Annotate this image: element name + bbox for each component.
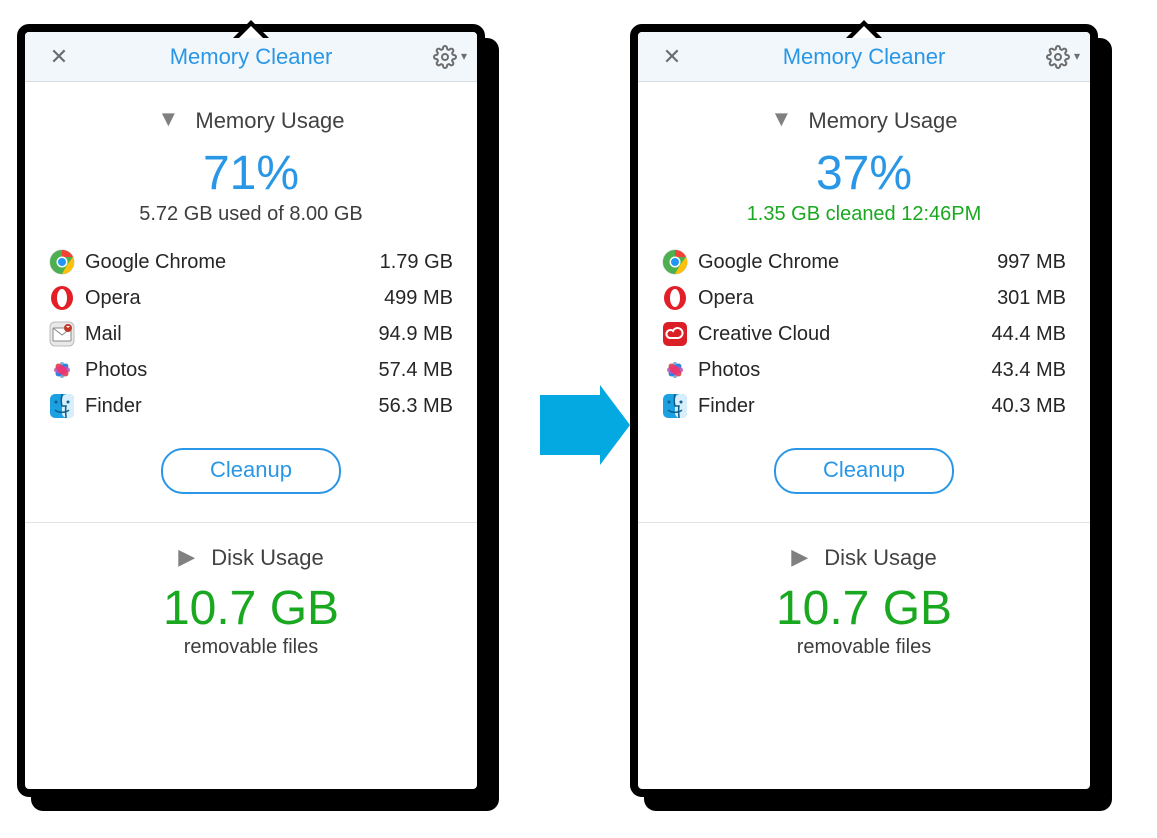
app-name: Creative Cloud bbox=[698, 323, 992, 346]
window-title: Memory Cleaner bbox=[170, 44, 333, 69]
finder-icon bbox=[49, 393, 75, 419]
disclosure-triangle-right-icon: ▶ bbox=[791, 544, 808, 570]
disclosure-triangle-down-icon: ▼ bbox=[157, 106, 179, 132]
memory-cleaner-window-before: ✕ Memory Cleaner ▾ ▼ Memory Usage 71% 5.… bbox=[17, 24, 485, 797]
disclosure-triangle-right-icon: ▶ bbox=[178, 544, 195, 570]
app-name: Opera bbox=[698, 287, 997, 310]
disk-removable-label: removable files bbox=[638, 636, 1090, 659]
opera-icon bbox=[662, 285, 688, 311]
memory-usage-header[interactable]: ▼ Memory Usage bbox=[638, 108, 1090, 134]
app-row: Finder40.3 MB bbox=[662, 388, 1066, 424]
disk-removable-size: 10.7 GB bbox=[638, 581, 1090, 636]
chrome-icon bbox=[662, 249, 688, 275]
disk-usage-header[interactable]: ▶ Disk Usage bbox=[25, 545, 477, 571]
divider bbox=[25, 522, 477, 523]
app-memory: 1.79 GB bbox=[380, 251, 453, 274]
gear-icon bbox=[1046, 45, 1070, 69]
app-name: Google Chrome bbox=[698, 251, 997, 274]
chrome-icon bbox=[49, 249, 75, 275]
photos-icon bbox=[662, 357, 688, 383]
app-row: Mail94.9 MB bbox=[49, 316, 453, 352]
memory-usage-label: Memory Usage bbox=[195, 108, 344, 133]
app-name: Photos bbox=[85, 359, 379, 382]
app-memory: 301 MB bbox=[997, 287, 1066, 310]
transition-arrow-icon bbox=[540, 395, 600, 455]
memory-cleaner-window-after: ✕ Memory Cleaner ▾ ▼ Memory Usage 37% 1.… bbox=[630, 24, 1098, 797]
app-memory: 43.4 MB bbox=[992, 359, 1066, 382]
app-row: Opera301 MB bbox=[662, 280, 1066, 316]
memory-subline: 5.72 GB used of 8.00 GB bbox=[25, 203, 477, 226]
app-row: Opera499 MB bbox=[49, 280, 453, 316]
app-memory: 56.3 MB bbox=[379, 395, 453, 418]
app-memory: 94.9 MB bbox=[379, 323, 453, 346]
app-memory: 499 MB bbox=[384, 287, 453, 310]
app-list: Google Chrome997 MBOpera301 MBCreative C… bbox=[662, 244, 1066, 424]
chevron-down-icon: ▾ bbox=[1074, 32, 1080, 81]
app-name: Finder bbox=[698, 395, 992, 418]
app-memory: 44.4 MB bbox=[992, 323, 1066, 346]
cleanup-button[interactable]: Cleanup bbox=[774, 448, 954, 494]
app-list: Google Chrome1.79 GBOpera499 MBMail94.9 … bbox=[49, 244, 453, 424]
app-memory: 997 MB bbox=[997, 251, 1066, 274]
disk-usage-label: Disk Usage bbox=[824, 545, 936, 570]
chevron-down-icon: ▾ bbox=[461, 32, 467, 81]
app-memory: 57.4 MB bbox=[379, 359, 453, 382]
creativecloud-icon bbox=[662, 321, 688, 347]
opera-icon bbox=[49, 285, 75, 311]
app-row: Creative Cloud44.4 MB bbox=[662, 316, 1066, 352]
app-name: Finder bbox=[85, 395, 379, 418]
memory-percent: 71% bbox=[25, 146, 477, 201]
settings-button[interactable]: ▾ bbox=[1046, 32, 1080, 81]
divider bbox=[638, 522, 1090, 523]
memory-usage-label: Memory Usage bbox=[808, 108, 957, 133]
memory-percent: 37% bbox=[638, 146, 1090, 201]
disk-removable-label: removable files bbox=[25, 636, 477, 659]
titlebar: ✕ Memory Cleaner ▾ bbox=[25, 32, 477, 82]
finder-icon bbox=[662, 393, 688, 419]
settings-button[interactable]: ▾ bbox=[433, 32, 467, 81]
app-name: Mail bbox=[85, 323, 379, 346]
app-row: Google Chrome997 MB bbox=[662, 244, 1066, 280]
disk-removable-size: 10.7 GB bbox=[25, 581, 477, 636]
disclosure-triangle-down-icon: ▼ bbox=[770, 106, 792, 132]
memory-usage-header[interactable]: ▼ Memory Usage bbox=[25, 108, 477, 134]
gear-icon bbox=[433, 45, 457, 69]
cleanup-button[interactable]: Cleanup bbox=[161, 448, 341, 494]
app-row: Finder56.3 MB bbox=[49, 388, 453, 424]
app-row: Photos43.4 MB bbox=[662, 352, 1066, 388]
photos-icon bbox=[49, 357, 75, 383]
close-button[interactable]: ✕ bbox=[39, 32, 79, 81]
window-title: Memory Cleaner bbox=[783, 44, 946, 69]
disk-usage-label: Disk Usage bbox=[211, 545, 323, 570]
app-row: Google Chrome1.79 GB bbox=[49, 244, 453, 280]
app-name: Google Chrome bbox=[85, 251, 380, 274]
memory-subline: 1.35 GB cleaned 12:46PM bbox=[638, 203, 1090, 226]
mail-icon bbox=[49, 321, 75, 347]
app-name: Opera bbox=[85, 287, 384, 310]
app-memory: 40.3 MB bbox=[992, 395, 1066, 418]
disk-usage-header[interactable]: ▶ Disk Usage bbox=[638, 545, 1090, 571]
titlebar: ✕ Memory Cleaner ▾ bbox=[638, 32, 1090, 82]
app-row: Photos57.4 MB bbox=[49, 352, 453, 388]
app-name: Photos bbox=[698, 359, 992, 382]
close-button[interactable]: ✕ bbox=[652, 32, 692, 81]
